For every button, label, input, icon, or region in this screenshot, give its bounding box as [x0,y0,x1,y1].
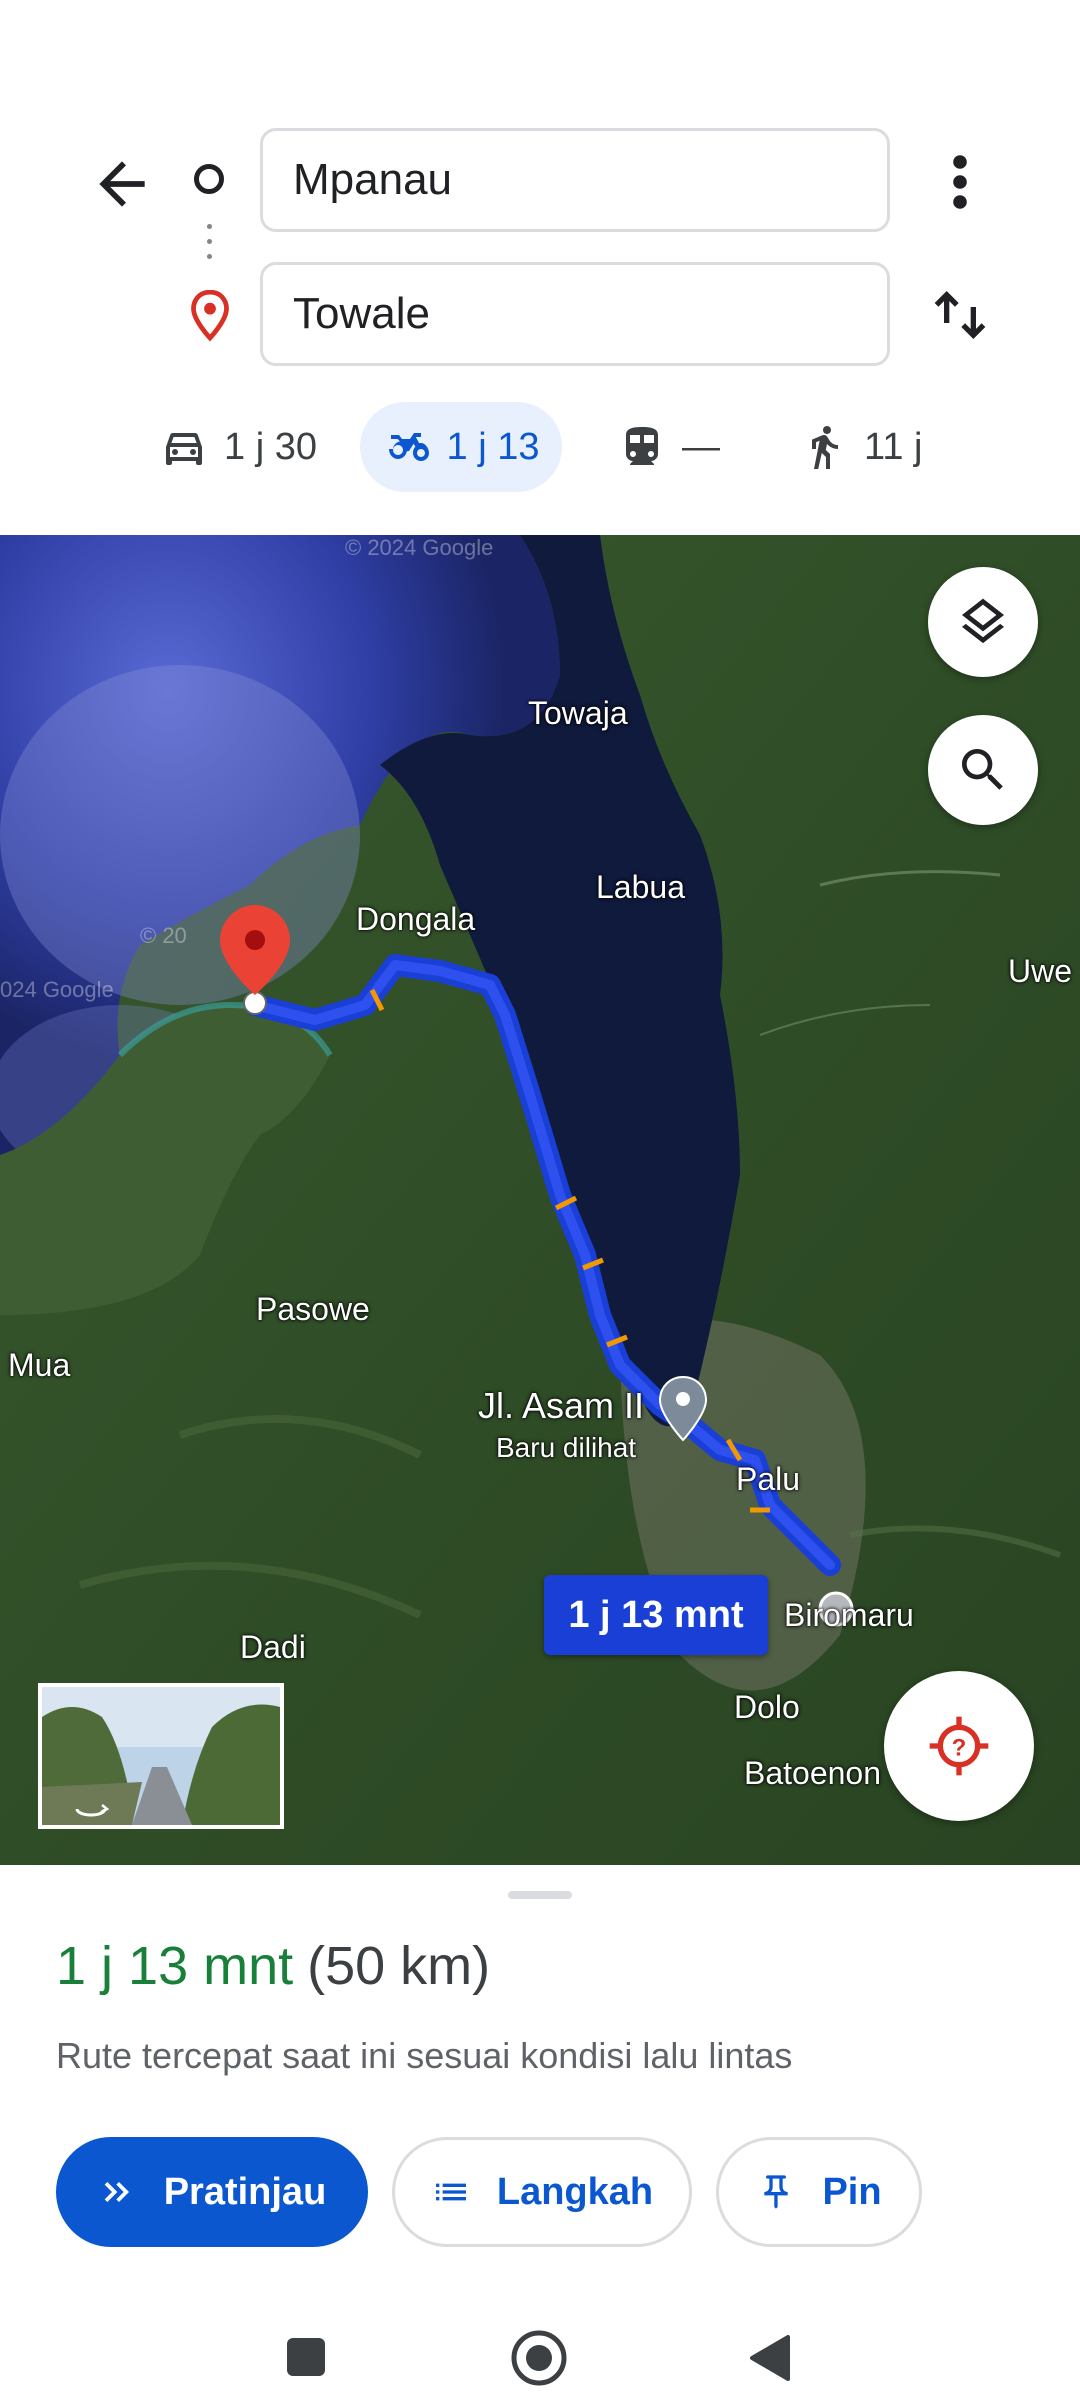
more-vert-icon [953,155,967,209]
steps-button-label: Langkah [496,2170,654,2213]
destination-input[interactable]: Towale [260,262,890,366]
street-view-thumbnail[interactable] [38,1683,284,1829]
back-button[interactable] [88,150,156,218]
destination-pin-icon [188,289,232,342]
preview-button-label: Pratinjau [163,2170,327,2213]
map-label-dadi: Dadi [240,1629,306,1665]
route-details-sheet[interactable]: 1 j 13 mnt (50 km) Rute tercepat saat ini… [0,1865,1080,2400]
list-icon [435,2183,466,2201]
mode-walk-tab[interactable]: 11 j [800,402,922,492]
route-distance: (50 km) [307,1936,491,1996]
location-unknown-icon: ? [929,1716,989,1776]
origin-input[interactable]: Mpanau [260,128,890,232]
pushpin-icon [764,2175,789,2209]
home-circle-icon [511,2330,567,2386]
car-icon [166,433,202,465]
origin-circle-icon [194,164,224,194]
walk-icon [812,426,838,469]
my-location-button[interactable]: ? [884,1671,1034,1821]
map-copyright: © 2024 Google [345,535,494,560]
home-nav-button[interactable] [510,2329,568,2392]
mode-walk-time: 11 j [864,425,923,468]
route-duration-chip[interactable]: 1 j 13 mnt [544,1575,768,1655]
square-icon [287,2338,325,2376]
triangle-back-icon [750,2335,790,2381]
swap-vertical-icon [934,291,986,339]
route-duration: 1 j 13 mnt [56,1936,294,1996]
pin-button[interactable]: Pin [716,2137,922,2247]
map-copyright-faded: © 20 [140,923,187,948]
search-along-route-button[interactable] [928,715,1038,825]
steps-button[interactable]: Langkah [392,2137,692,2247]
mode-car-time: 1 j 30 [224,425,317,468]
recents-nav-button[interactable] [284,2335,328,2384]
map-label-towaja: Towaja [528,695,628,731]
map-label-palu: Palu [736,1461,801,1497]
map-view[interactable]: © 2024 Google © 20 024 Google Towaja Lab… [0,535,1080,1865]
double-chevron-right-icon [104,2182,129,2202]
street-view-preview-image [42,1687,280,1825]
map-label-biromaru: Biromaru [784,1597,914,1633]
sheet-drag-handle[interactable] [508,1891,572,1899]
route-description: Rute tercepat saat ini sesuai kondisi la… [56,2035,793,2076]
svg-text:?: ? [952,1734,967,1761]
map-label-recent: Baru dilihat [496,1432,637,1463]
mode-transit-tab[interactable]: — [618,402,720,492]
map-label-uwe: Uwe [1008,953,1073,989]
route-summary: 1 j 13 mnt (50 km) [56,1935,490,1997]
mode-motorcycle-tab[interactable]: 1 j 13 [360,402,562,492]
mode-motorcycle-time: 1 j 13 [446,425,540,468]
map-label-dolo: Dolo [734,1689,800,1725]
map-label-labua: Labua [596,869,685,905]
route-connector-dots [207,224,213,274]
map-label-asam: Jl. Asam II [478,1385,645,1426]
directions-header: Mpanau Towale 1 j 30 1 j 13 — 11 j [0,0,1080,535]
mode-car-tab[interactable]: 1 j 30 [160,402,317,492]
swap-locations-button[interactable] [928,280,992,350]
mode-transit-time: — [682,425,720,468]
satellite-map [0,535,1080,1865]
map-label-pasowe: Pasowe [256,1291,370,1327]
layers-icon [962,598,1004,644]
map-label-batoenon: Batoenon [744,1755,882,1791]
arrow-left-icon [99,161,145,207]
search-icon [962,749,1003,790]
map-label-dongala: Dongala [356,901,476,937]
preview-button[interactable]: Pratinjau [56,2137,368,2247]
system-navigation-bar [0,2285,1080,2400]
train-icon [626,427,658,465]
more-options-button[interactable] [940,150,980,214]
back-nav-button[interactable] [748,2333,792,2388]
map-layers-button[interactable] [928,567,1038,677]
map-label-mua: Mua [8,1347,71,1383]
pin-button-label: Pin [822,2170,882,2213]
travel-mode-tabs: 1 j 30 1 j 13 — 11 j [0,402,1080,492]
map-copyright-left: 024 Google [0,977,114,1002]
motorcycle-icon [388,433,429,461]
